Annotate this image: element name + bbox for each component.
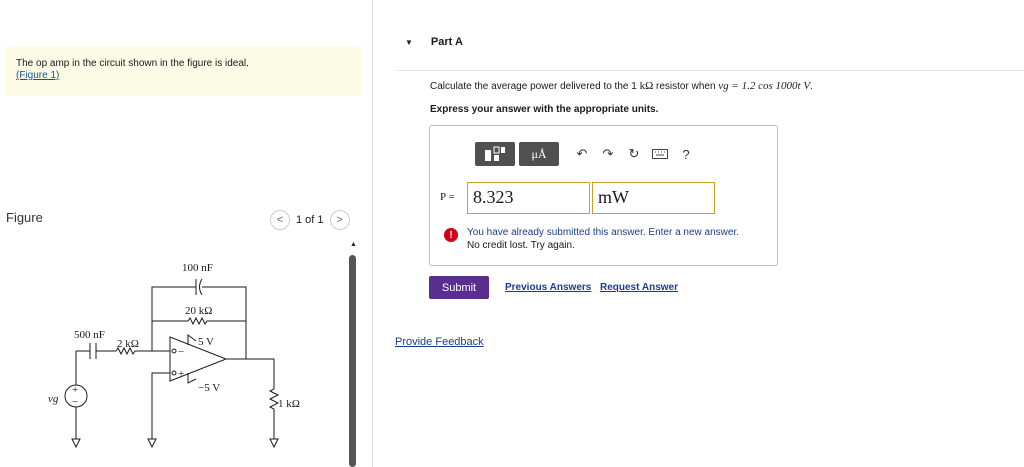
instruction-text: Express your answer with the appropriate…: [430, 104, 659, 115]
figure-link[interactable]: (Figure 1): [16, 70, 59, 81]
answer-value-field[interactable]: 8.323: [467, 182, 590, 214]
part-header[interactable]: ▼ Part A: [405, 36, 463, 48]
incorrect-feedback: ! You have already submitted this answer…: [444, 226, 739, 252]
prev-figure-button[interactable]: <: [270, 210, 290, 230]
part-title: Part A: [430, 36, 463, 48]
figure-pager: < 1 of 1 >: [270, 210, 350, 230]
res-load-label: 1 kΩ: [278, 398, 300, 410]
warning-line-2: No credit lost. Try again.: [467, 240, 575, 251]
units-button[interactable]: μÅ: [519, 142, 559, 166]
keyboard-icon[interactable]: [647, 142, 673, 166]
redo-icon[interactable]: ↷: [595, 142, 621, 166]
answer-unit-field[interactable]: mW: [592, 182, 715, 214]
undo-icon[interactable]: ↶: [569, 142, 595, 166]
inverting-sign: −: [178, 346, 184, 358]
warning-line-1: You have already submitted this answer. …: [467, 227, 740, 238]
provide-feedback-link[interactable]: Provide Feedback: [395, 336, 484, 348]
submit-button[interactable]: Submit: [429, 276, 489, 299]
vpos-label: 5 V: [198, 336, 214, 348]
figure-panel: The op amp in the circuit shown in the f…: [0, 0, 372, 467]
collapse-triangle-icon[interactable]: ▼: [405, 38, 413, 47]
math-toolbar: μÅ ↶ ↷ ↻ ?: [475, 142, 699, 166]
next-figure-button[interactable]: >: [329, 210, 350, 230]
part-separator: [396, 70, 1024, 71]
scroll-up-arrow-icon[interactable]: ▲: [350, 241, 357, 248]
question-text: Calculate the average power delivered to…: [430, 80, 813, 92]
units-label: μÅ: [531, 146, 547, 161]
figure-scrollbar[interactable]: [349, 255, 356, 467]
templates-button[interactable]: [475, 142, 515, 166]
noninverting-sign: +: [178, 368, 184, 380]
feedback-capacitor: [195, 278, 203, 296]
question-mid: resistor when: [653, 81, 719, 92]
problem-text: The op amp in the circuit shown in the f…: [16, 58, 249, 69]
figure-page-count: 1 of 1: [296, 214, 324, 226]
cap-top-label: 100 nF: [182, 262, 213, 274]
cap-in-label: 500 nF: [74, 329, 105, 341]
question-unit: kΩ: [639, 80, 654, 92]
circuit-diagram: 100 nF 20 kΩ 500 nF 2 kΩ − + 5 V −5 V 1 …: [48, 262, 300, 449]
res-in-label: 2 kΩ: [117, 338, 139, 350]
problem-statement: The op amp in the circuit shown in the f…: [6, 46, 361, 96]
source-minus: −: [72, 396, 78, 408]
alert-icon: !: [444, 228, 458, 242]
question-prefix: Calculate the average power delivered to…: [430, 81, 640, 92]
source-plus: +: [72, 384, 78, 396]
answer-box: μÅ ↶ ↷ ↻ ? P = 8.323 mW ! You have alrea…: [429, 125, 778, 266]
panel-divider: [372, 0, 373, 467]
question-end: .: [810, 81, 813, 92]
feedback-resistor: [152, 316, 246, 326]
templates-icon: [485, 146, 505, 161]
help-icon[interactable]: ?: [673, 142, 699, 166]
figure-title: Figure: [6, 210, 43, 225]
p-variable-label: P =: [440, 191, 455, 203]
reset-icon[interactable]: ↻: [621, 142, 647, 166]
question-expression: vg = 1.2 cos 1000t V: [718, 80, 811, 92]
source-label: vg: [48, 393, 59, 405]
previous-answers-link[interactable]: Previous Answers: [505, 282, 591, 293]
vneg-label: −5 V: [198, 382, 220, 394]
res-feedback-label: 20 kΩ: [185, 305, 212, 317]
input-capacitor: [89, 343, 97, 359]
request-answer-link[interactable]: Request Answer: [600, 282, 678, 293]
